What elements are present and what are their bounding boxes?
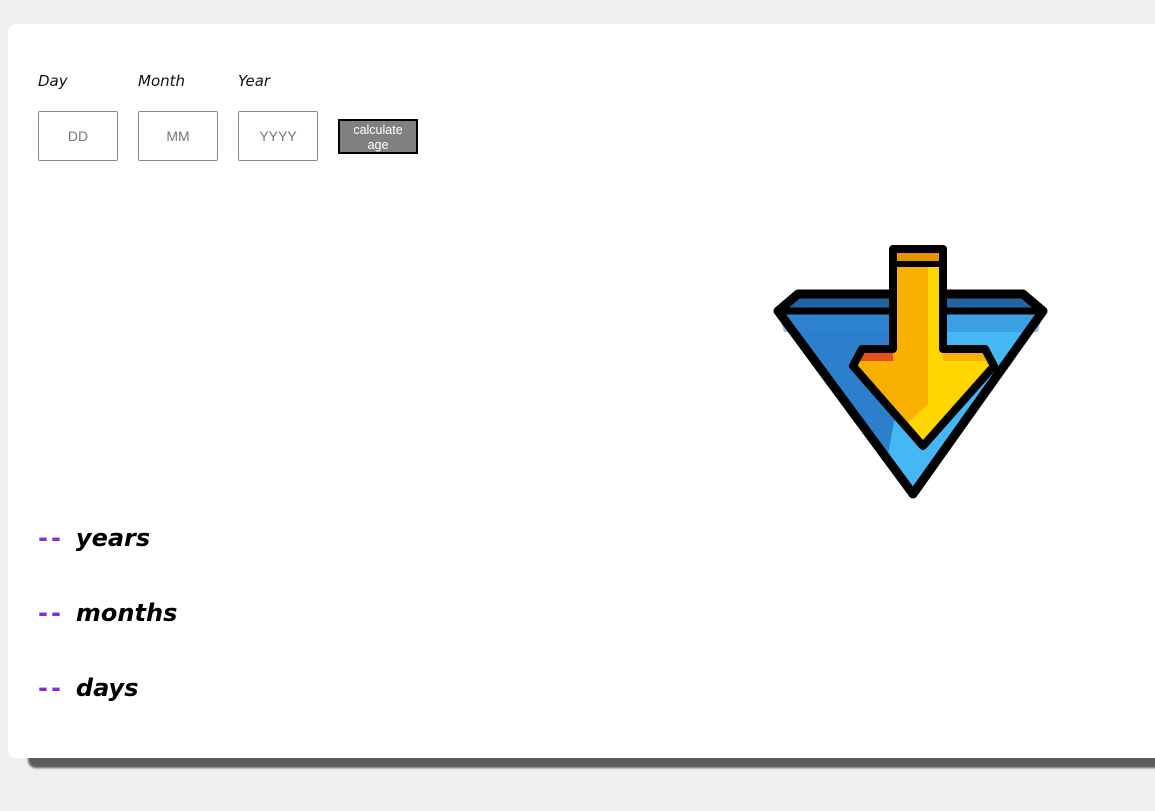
day-label: Day [38,72,68,90]
months-unit: months [75,599,178,627]
day-input[interactable] [38,111,118,161]
year-label: Year [238,72,271,90]
days-unit: days [75,674,139,702]
months-result: -- months [38,599,177,627]
calculate-age-button[interactable]: calculate age [338,119,418,154]
year-input[interactable] [238,111,318,161]
month-input[interactable] [138,111,218,161]
age-calculator-card: Day Month Year calculate age -- years -- m… [8,24,1155,758]
month-label: Month [138,72,186,90]
years-unit: years [75,524,151,552]
days-value: -- [38,674,64,702]
years-result: -- years [38,524,150,552]
years-value: -- [38,524,64,552]
months-value: -- [38,599,64,627]
days-result: -- days [38,674,139,702]
download-arrow-icon [773,245,1048,499]
